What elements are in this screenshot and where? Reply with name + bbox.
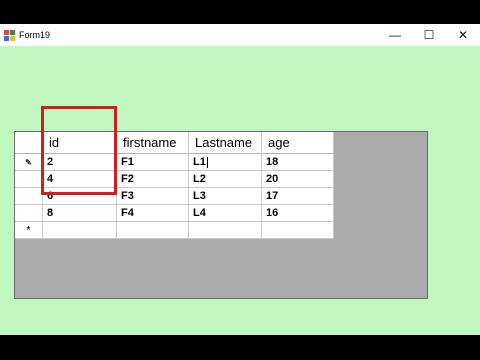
form-window: Form19 — ☐ ✕ id firstname Lastname age ✎ bbox=[0, 24, 480, 335]
cell-firstname[interactable]: F2 bbox=[117, 171, 189, 188]
row-header-cell[interactable]: * bbox=[15, 222, 43, 239]
text-caret bbox=[206, 156, 208, 168]
cell-id-new[interactable] bbox=[43, 222, 117, 239]
cell-lastname-text: L1 bbox=[193, 156, 206, 168]
column-header-lastname[interactable]: Lastname bbox=[189, 132, 262, 154]
row-header-cell[interactable] bbox=[15, 171, 43, 188]
cell-lastname[interactable]: L4 bbox=[189, 205, 262, 222]
cell-age-new[interactable] bbox=[262, 222, 334, 239]
cell-age[interactable]: 18 bbox=[262, 154, 334, 171]
cell-age[interactable]: 20 bbox=[262, 171, 334, 188]
cell-age[interactable]: 16 bbox=[262, 205, 334, 222]
cell-lastname-new[interactable] bbox=[189, 222, 262, 239]
row-header-cell[interactable]: ✎ bbox=[15, 154, 43, 171]
cell-id[interactable]: 2 bbox=[43, 154, 117, 171]
minimize-icon: — bbox=[389, 28, 401, 42]
cell-lastname[interactable]: L2 bbox=[189, 171, 262, 188]
minimize-button[interactable]: — bbox=[378, 24, 412, 46]
column-header-row: id firstname Lastname age bbox=[15, 132, 334, 154]
table-row[interactable]: ✎ 2 F1 L1 18 bbox=[15, 154, 334, 171]
table-row[interactable]: 4 F2 L2 20 bbox=[15, 171, 334, 188]
column-header-age[interactable]: age bbox=[262, 132, 334, 154]
cell-age[interactable]: 17 bbox=[262, 188, 334, 205]
column-header-firstname[interactable]: firstname bbox=[117, 132, 189, 154]
new-row-star-icon: * bbox=[26, 224, 31, 236]
close-icon: ✕ bbox=[457, 28, 469, 42]
cell-firstname[interactable]: F3 bbox=[117, 188, 189, 205]
column-header-id[interactable]: id bbox=[43, 132, 117, 154]
maximize-button[interactable]: ☐ bbox=[412, 24, 446, 46]
cell-id[interactable]: 4 bbox=[43, 171, 117, 188]
corner-header-cell[interactable] bbox=[15, 132, 43, 154]
row-header-cell[interactable] bbox=[15, 205, 43, 222]
row-header-cell[interactable] bbox=[15, 188, 43, 205]
cell-lastname[interactable]: L3 bbox=[189, 188, 262, 205]
maximize-icon: ☐ bbox=[423, 28, 435, 42]
title-bar[interactable]: Form19 — ☐ ✕ bbox=[0, 24, 480, 46]
form-client-area: id firstname Lastname age ✎ 2 F1 L1 18 4 bbox=[0, 46, 480, 335]
new-row[interactable]: * bbox=[15, 222, 334, 239]
cell-lastname-editing[interactable]: L1 bbox=[189, 154, 262, 171]
table-row[interactable]: 8 F4 L4 16 bbox=[15, 205, 334, 222]
cell-firstname[interactable]: F4 bbox=[117, 205, 189, 222]
cell-firstname-new[interactable] bbox=[117, 222, 189, 239]
cell-id[interactable]: 8 bbox=[43, 205, 117, 222]
data-grid-view[interactable]: id firstname Lastname age ✎ 2 F1 L1 18 4 bbox=[14, 131, 428, 299]
app-icon bbox=[4, 29, 15, 41]
edit-pencil-icon: ✎ bbox=[25, 157, 32, 167]
cell-id[interactable]: 6 bbox=[43, 188, 117, 205]
close-button[interactable]: ✕ bbox=[446, 24, 480, 46]
cell-firstname[interactable]: F1 bbox=[117, 154, 189, 171]
window-title: Form19 bbox=[19, 30, 51, 40]
table-row[interactable]: 6 F3 L3 17 bbox=[15, 188, 334, 205]
